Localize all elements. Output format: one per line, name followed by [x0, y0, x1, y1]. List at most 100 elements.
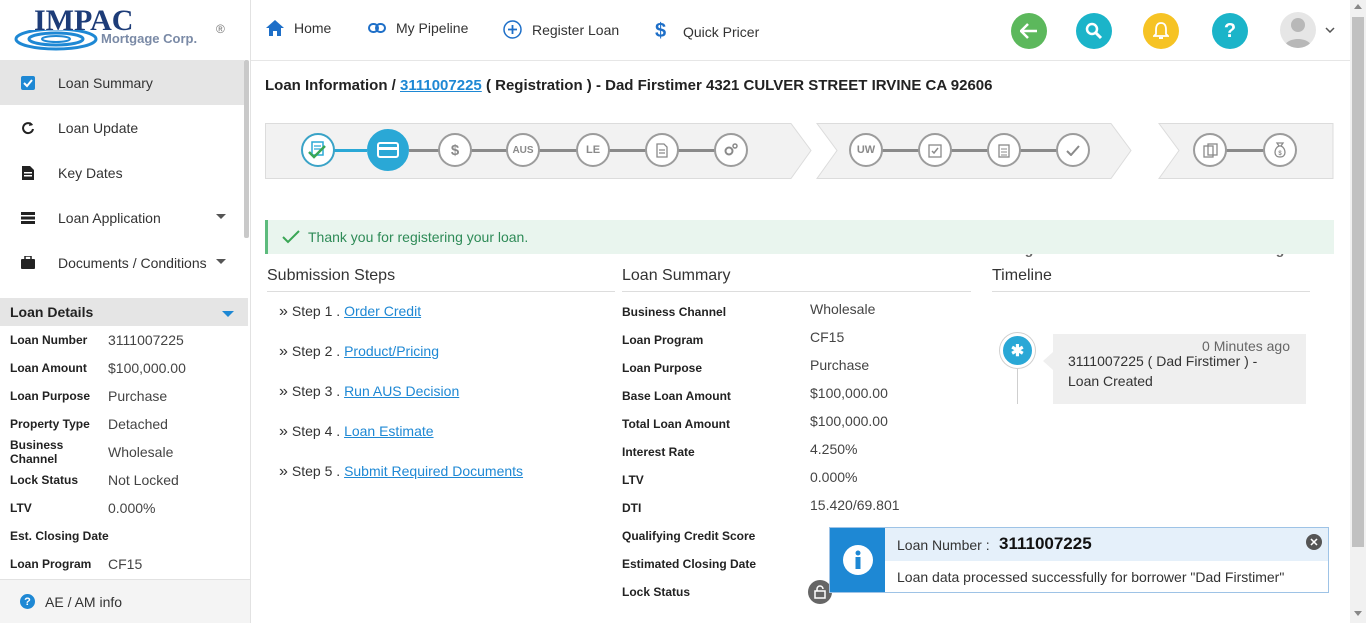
detail-value: Wholesale: [108, 444, 174, 460]
file-icon: [656, 142, 668, 158]
nav-register-loan[interactable]: Register Loan: [503, 20, 619, 39]
detail-label: Loan Program: [10, 557, 92, 571]
step-aus[interactable]: AUS: [506, 133, 540, 167]
toast-loan-number-label: Loan Number :: [897, 537, 990, 553]
nav-register-loan-label: Register Loan: [532, 21, 620, 38]
sidebar-item-documents-conditions[interactable]: Documents / Conditions: [0, 240, 244, 285]
copy-icon: [1202, 142, 1218, 158]
chevron-down-icon: [216, 214, 226, 219]
summary-value: Purchase: [810, 357, 870, 373]
detail-value: $100,000.00: [108, 360, 186, 376]
submit-required-documents-link[interactable]: Submit Required Documents: [344, 463, 523, 479]
nav-home[interactable]: Home: [266, 20, 331, 36]
home-icon: [266, 20, 284, 36]
summary-value: CF15: [810, 329, 845, 345]
detail-label: Business Channel: [10, 438, 64, 466]
search-button[interactable]: [1076, 13, 1112, 49]
nav-quick-pricer[interactable]: $ Quick Pricer: [655, 20, 759, 43]
step-uw[interactable]: UW: [849, 133, 883, 167]
step-conditions[interactable]: [918, 133, 952, 167]
order-credit-link[interactable]: Order Credit: [344, 303, 421, 319]
sidebar-item-key-dates[interactable]: Key Dates: [0, 150, 244, 195]
loan-estimate-link[interactable]: Loan Estimate: [344, 423, 434, 439]
help-button[interactable]: ?: [1212, 13, 1248, 49]
step-le[interactable]: LE: [576, 133, 610, 167]
sidebar-item-label: Loan Update: [58, 119, 139, 136]
nav-my-pipeline[interactable]: My Pipeline: [368, 20, 468, 36]
summary-value: Wholesale: [810, 301, 876, 317]
arrow-left-icon: [1020, 23, 1037, 39]
detail-label: Loan Purpose: [10, 389, 91, 403]
page-scrollbar[interactable]: [1350, 0, 1366, 623]
sidebar-item-loan-application[interactable]: Loan Application: [0, 195, 244, 240]
clipboard-list-icon: [998, 143, 1010, 158]
summary-label: Loan Program: [622, 333, 704, 347]
briefcase-icon: [20, 255, 36, 271]
summary-value: 4.250%: [810, 441, 858, 457]
run-aus-decision-link[interactable]: Run AUS Decision: [344, 383, 459, 399]
back-button[interactable]: [1011, 13, 1047, 49]
title-prefix: Loan Information /: [265, 77, 396, 94]
loan-details-row: Loan Program CF15: [0, 550, 248, 578]
detail-label: Lock Status: [10, 473, 79, 487]
summary-label: Total Loan Amount: [622, 417, 730, 431]
top-navigation-bar: Home My Pipeline Register Loan $ Quick P…: [251, 0, 1350, 61]
step-funding[interactable]: $: [1263, 133, 1297, 167]
list-icon: [20, 210, 36, 226]
nav-quick-pricer-label: Quick Pricer: [683, 23, 760, 40]
scroll-up-arrow-icon[interactable]: [1354, 4, 1362, 9]
sidebar-item-label: Key Dates: [58, 164, 123, 181]
notifications-button[interactable]: [1143, 13, 1179, 49]
nav-home-label: Home: [294, 20, 332, 36]
summary-value: 15.420/69.801: [810, 497, 900, 513]
step-order-credit[interactable]: [301, 133, 335, 167]
loan-details-row: Loan Number 3111007225: [0, 326, 248, 354]
impac-logo[interactable]: IMPAC Mortgage Corp. ®: [0, 0, 250, 60]
sidebar-item-loan-summary[interactable]: Loan Summary: [0, 60, 244, 105]
sidebar-scrollbar[interactable]: [244, 60, 249, 238]
step-product-pricing[interactable]: [367, 129, 409, 171]
toast-header: Loan Number : 3111007225: [885, 528, 1328, 561]
step-submit[interactable]: [714, 133, 748, 167]
loan-number-link[interactable]: 3111007225: [400, 77, 482, 94]
loan-details-row: Property Type Detached: [0, 410, 248, 438]
summary-value: $100,000.00: [810, 413, 888, 429]
user-icon: [1284, 18, 1312, 48]
page-title: Loan Information / 3111007225 ( Registra…: [265, 77, 992, 94]
detail-label: Loan Number: [10, 333, 88, 347]
logo-subtitle: Mortgage Corp.: [101, 31, 198, 46]
submission-step: » Step 2 . Product/Pricing: [279, 343, 439, 361]
product-pricing-link[interactable]: Product/Pricing: [344, 343, 439, 359]
main-content: Loan Information / 3111007225 ( Registra…: [251, 61, 1350, 623]
step-approval[interactable]: [1056, 133, 1090, 167]
nav-my-pipeline-label: My Pipeline: [396, 20, 469, 36]
help-icon: ?: [20, 594, 35, 609]
gears-icon: [724, 143, 738, 156]
close-icon[interactable]: ✕: [1306, 534, 1322, 550]
detail-label: LTV: [10, 501, 32, 515]
document-icon: [20, 165, 36, 181]
detail-label: Est. Closing Date: [10, 529, 109, 543]
double-chevron-icon: »: [279, 343, 288, 360]
scrollbar-thumb[interactable]: [1352, 17, 1364, 547]
loan-details-header[interactable]: Loan Details: [0, 298, 248, 326]
detail-value: CF15: [108, 556, 143, 572]
clipboard-check-icon: [928, 143, 942, 158]
step-closing-docs[interactable]: [1193, 133, 1227, 167]
step-documents[interactable]: [645, 133, 679, 167]
scroll-down-arrow-icon[interactable]: [1354, 611, 1362, 616]
summary-label: Loan Purpose: [622, 361, 703, 375]
chevron-down-icon[interactable]: [1325, 27, 1335, 33]
step-review[interactable]: [987, 133, 1021, 167]
user-avatar[interactable]: [1280, 12, 1316, 48]
question-icon: ?: [1223, 19, 1237, 42]
detail-value: 3111007225: [108, 332, 184, 348]
detail-label: Loan Amount: [10, 361, 87, 375]
loan-details-row: Loan Amount $100,000.00: [0, 354, 248, 382]
sidebar-item-loan-update[interactable]: Loan Update: [0, 105, 244, 150]
step-pricing[interactable]: $: [438, 133, 472, 167]
step-prefix: Step 4 .: [291, 423, 341, 439]
ae-am-info-button[interactable]: ? AE / AM info: [0, 579, 250, 623]
money-bag-icon: $: [1274, 142, 1286, 158]
sidebar-item-label: Documents / Conditions: [58, 254, 207, 271]
